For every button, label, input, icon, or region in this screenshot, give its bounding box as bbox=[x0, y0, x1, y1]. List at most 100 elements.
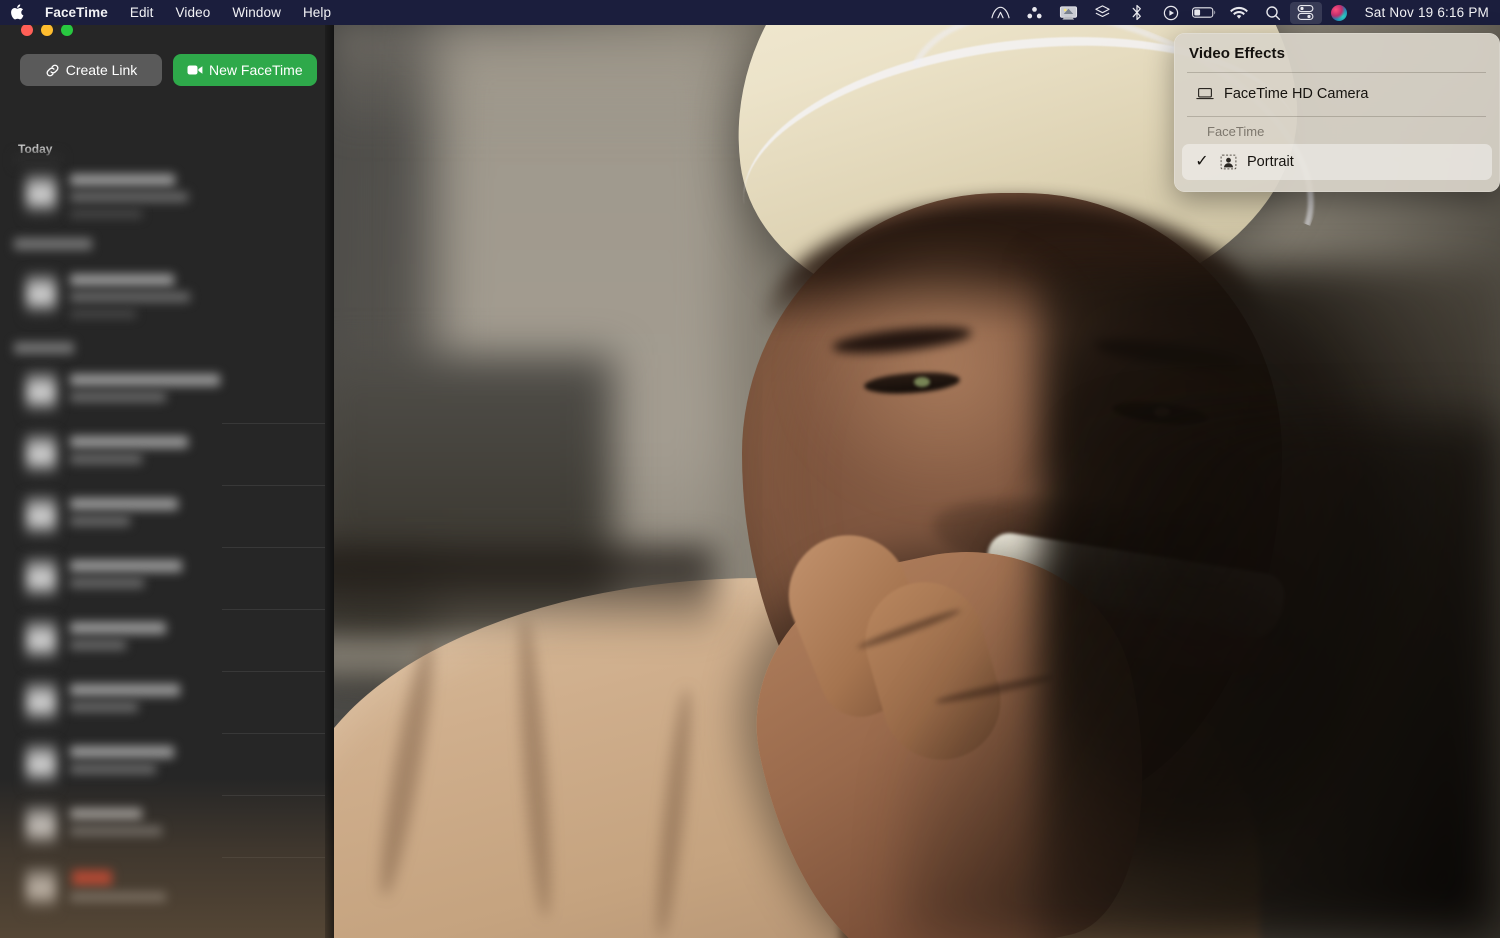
link-icon bbox=[45, 63, 60, 78]
siri-icon[interactable] bbox=[1322, 0, 1356, 25]
control-center-icon[interactable] bbox=[1289, 1, 1322, 24]
call-detail-redacted bbox=[70, 826, 162, 836]
video-bg-shadow-corner bbox=[900, 418, 1500, 938]
list-item[interactable] bbox=[0, 258, 334, 336]
call-history-list[interactable] bbox=[0, 160, 334, 938]
portrait-person-icon bbox=[1220, 154, 1237, 170]
avatar bbox=[26, 372, 56, 416]
contact-name-redacted bbox=[70, 498, 178, 510]
contact-name-redacted bbox=[70, 560, 182, 572]
list-item[interactable] bbox=[0, 734, 334, 796]
apple-logo-icon[interactable] bbox=[0, 3, 34, 22]
menu-item-video[interactable]: Video bbox=[165, 0, 222, 25]
minimize-button[interactable] bbox=[41, 24, 53, 36]
call-detail-redacted bbox=[70, 764, 156, 774]
list-item[interactable] bbox=[0, 672, 334, 734]
wifi-icon[interactable] bbox=[1222, 0, 1256, 25]
call-detail-redacted bbox=[70, 392, 166, 402]
menu-item-window[interactable]: Window bbox=[221, 0, 292, 25]
contact-name-redacted bbox=[70, 684, 180, 696]
call-time-redacted bbox=[70, 210, 142, 218]
stacked-layers-icon[interactable] bbox=[1086, 0, 1120, 25]
bluetooth-icon[interactable] bbox=[1120, 0, 1154, 25]
window-traffic-lights bbox=[21, 24, 73, 36]
avatar bbox=[26, 434, 56, 478]
effect-option-label: Portrait bbox=[1247, 154, 1294, 170]
contact-name-redacted bbox=[70, 274, 174, 286]
sidebar-edge-shadow bbox=[325, 12, 334, 938]
effect-option-portrait[interactable]: ✓ Portrait bbox=[1182, 144, 1492, 180]
avatar bbox=[26, 174, 56, 218]
checkmark-icon: ✓ bbox=[1195, 153, 1209, 170]
contact-name-redacted bbox=[70, 374, 220, 386]
popover-title: Video Effects bbox=[1189, 45, 1286, 62]
call-detail-redacted bbox=[70, 192, 188, 202]
video-effects-popover: Video Effects FaceTime HD Camera FaceTim… bbox=[1174, 33, 1500, 192]
menu-bar-clock[interactable]: Sat Nov 19 6:16 PM bbox=[1356, 5, 1493, 20]
call-detail-redacted bbox=[70, 454, 142, 464]
list-item[interactable] bbox=[0, 548, 334, 610]
facetime-toolbar: Create Link New FaceTime bbox=[20, 54, 317, 86]
avatar bbox=[26, 806, 56, 850]
screen-sharing-icon[interactable] bbox=[1052, 0, 1086, 25]
nordvpn-icon[interactable] bbox=[984, 0, 1018, 25]
contact-name-redacted bbox=[70, 746, 174, 758]
contact-name-redacted bbox=[70, 622, 166, 634]
subject-eye-highlight-left bbox=[914, 377, 930, 387]
siri-orb bbox=[1330, 4, 1347, 21]
contact-name-redacted bbox=[70, 808, 142, 820]
sidebar-group-label bbox=[0, 234, 334, 258]
menu-item-edit[interactable]: Edit bbox=[119, 0, 165, 25]
macos-menu-bar: FaceTime Edit Video Window Help Sat Nov … bbox=[0, 0, 1500, 25]
menu-bar-status-area: Sat Nov 19 6:16 PM bbox=[984, 0, 1500, 25]
contact-name-redacted bbox=[70, 436, 188, 448]
call-detail-redacted bbox=[70, 292, 190, 302]
call-detail-redacted bbox=[70, 702, 138, 712]
list-item[interactable] bbox=[0, 362, 334, 424]
list-item[interactable] bbox=[0, 858, 334, 920]
call-detail-redacted bbox=[70, 892, 166, 902]
dropbox-three-dots-icon[interactable] bbox=[1018, 0, 1052, 25]
call-detail-redacted bbox=[70, 516, 130, 526]
new-facetime-button[interactable]: New FaceTime bbox=[173, 54, 317, 86]
popover-group-label: FaceTime bbox=[1207, 124, 1265, 139]
list-item[interactable] bbox=[0, 796, 334, 858]
create-link-label: Create Link bbox=[65, 62, 138, 78]
camera-source-label: FaceTime HD Camera bbox=[1224, 86, 1369, 102]
popover-divider bbox=[1187, 72, 1486, 73]
call-detail-redacted bbox=[70, 578, 144, 588]
close-button[interactable] bbox=[21, 24, 33, 36]
menu-item-facetime[interactable]: FaceTime bbox=[34, 0, 119, 25]
call-time-redacted bbox=[70, 310, 136, 318]
menu-item-help[interactable]: Help bbox=[292, 0, 342, 25]
play-circle-icon[interactable] bbox=[1154, 0, 1188, 25]
facetime-window: Create Link New FaceTime Today bbox=[0, 12, 334, 938]
group-label-redacted bbox=[14, 238, 92, 250]
list-item[interactable] bbox=[0, 486, 334, 548]
menu-bar-left: FaceTime Edit Video Window Help bbox=[0, 0, 342, 25]
avatar bbox=[26, 682, 56, 726]
list-item[interactable] bbox=[0, 160, 334, 234]
avatar bbox=[26, 496, 56, 540]
laptop-camera-icon bbox=[1196, 87, 1214, 101]
avatar bbox=[26, 558, 56, 602]
group-label-redacted bbox=[14, 342, 74, 354]
search-icon[interactable] bbox=[1256, 0, 1290, 25]
call-detail-redacted bbox=[70, 640, 126, 650]
sidebar-group-label bbox=[0, 336, 334, 362]
create-link-button[interactable]: Create Link bbox=[20, 54, 162, 86]
missed-call-badge-redacted bbox=[72, 870, 112, 886]
list-item[interactable] bbox=[0, 610, 334, 672]
avatar bbox=[26, 274, 56, 318]
avatar bbox=[26, 744, 56, 788]
zoom-button[interactable] bbox=[61, 24, 73, 36]
camera-source-row[interactable]: FaceTime HD Camera bbox=[1182, 76, 1492, 112]
new-facetime-label: New FaceTime bbox=[209, 62, 303, 78]
battery-icon[interactable] bbox=[1188, 0, 1222, 25]
avatar bbox=[26, 620, 56, 664]
list-item[interactable] bbox=[0, 424, 334, 486]
video-camera-icon bbox=[187, 64, 203, 76]
avatar bbox=[26, 868, 56, 912]
contact-name-redacted bbox=[70, 174, 175, 186]
desktop-screen: Create Link New FaceTime Today FaceTime … bbox=[0, 0, 1500, 938]
